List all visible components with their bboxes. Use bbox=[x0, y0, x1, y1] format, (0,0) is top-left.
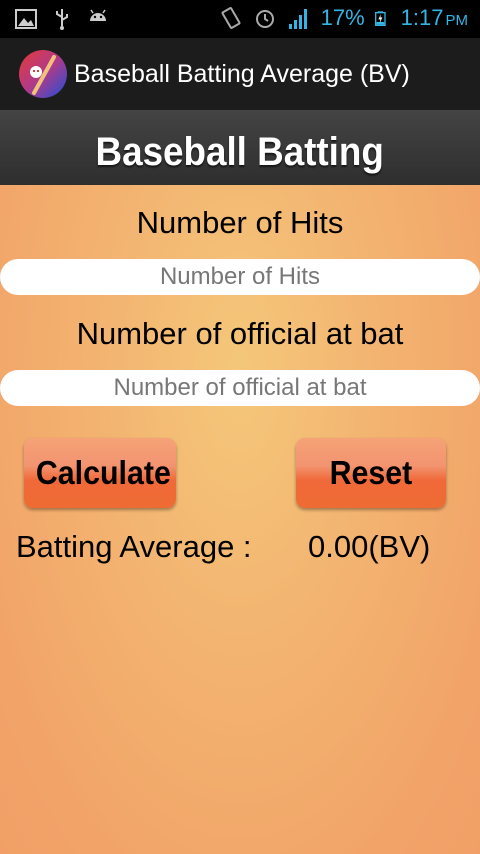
main-content: Number of Hits Number of official at bat… bbox=[0, 185, 480, 854]
baseball-bat-app-icon[interactable] bbox=[18, 49, 68, 99]
atbat-input[interactable] bbox=[0, 370, 480, 406]
alarm-icon bbox=[255, 10, 274, 28]
clock: 1:17 PM bbox=[401, 5, 468, 31]
status-bar: 17% 1:17 PM bbox=[0, 0, 480, 38]
hits-input[interactable] bbox=[0, 259, 480, 295]
reset-button[interactable]: Reset bbox=[296, 438, 446, 508]
battery-icon bbox=[374, 11, 386, 26]
battery-percent: 17% bbox=[320, 5, 365, 30]
page-title: Baseball Batting bbox=[95, 130, 385, 174]
vibrate-icon bbox=[221, 7, 241, 29]
calculate-button[interactable]: Calculate bbox=[24, 438, 176, 508]
usb-icon bbox=[56, 9, 68, 30]
atbat-label: Number of official at bat bbox=[76, 316, 404, 351]
result-value: 0.00(BV) bbox=[308, 529, 431, 564]
reset-button-label: Reset bbox=[329, 454, 413, 491]
android-icon bbox=[90, 9, 106, 21]
page-header: Baseball Batting bbox=[0, 110, 480, 185]
result-label: Batting Average : bbox=[16, 529, 252, 564]
clock-time: 1:17 bbox=[400, 5, 444, 30]
image-icon bbox=[15, 9, 37, 29]
app-title: Baseball Batting Average (BV) bbox=[74, 60, 410, 88]
signal-icon bbox=[288, 9, 307, 29]
hits-label: Number of Hits bbox=[136, 205, 344, 240]
calculate-button-label: Calculate bbox=[35, 454, 171, 491]
action-bar: Baseball Batting Average (BV) bbox=[0, 38, 480, 110]
clock-ampm: PM bbox=[445, 12, 469, 29]
